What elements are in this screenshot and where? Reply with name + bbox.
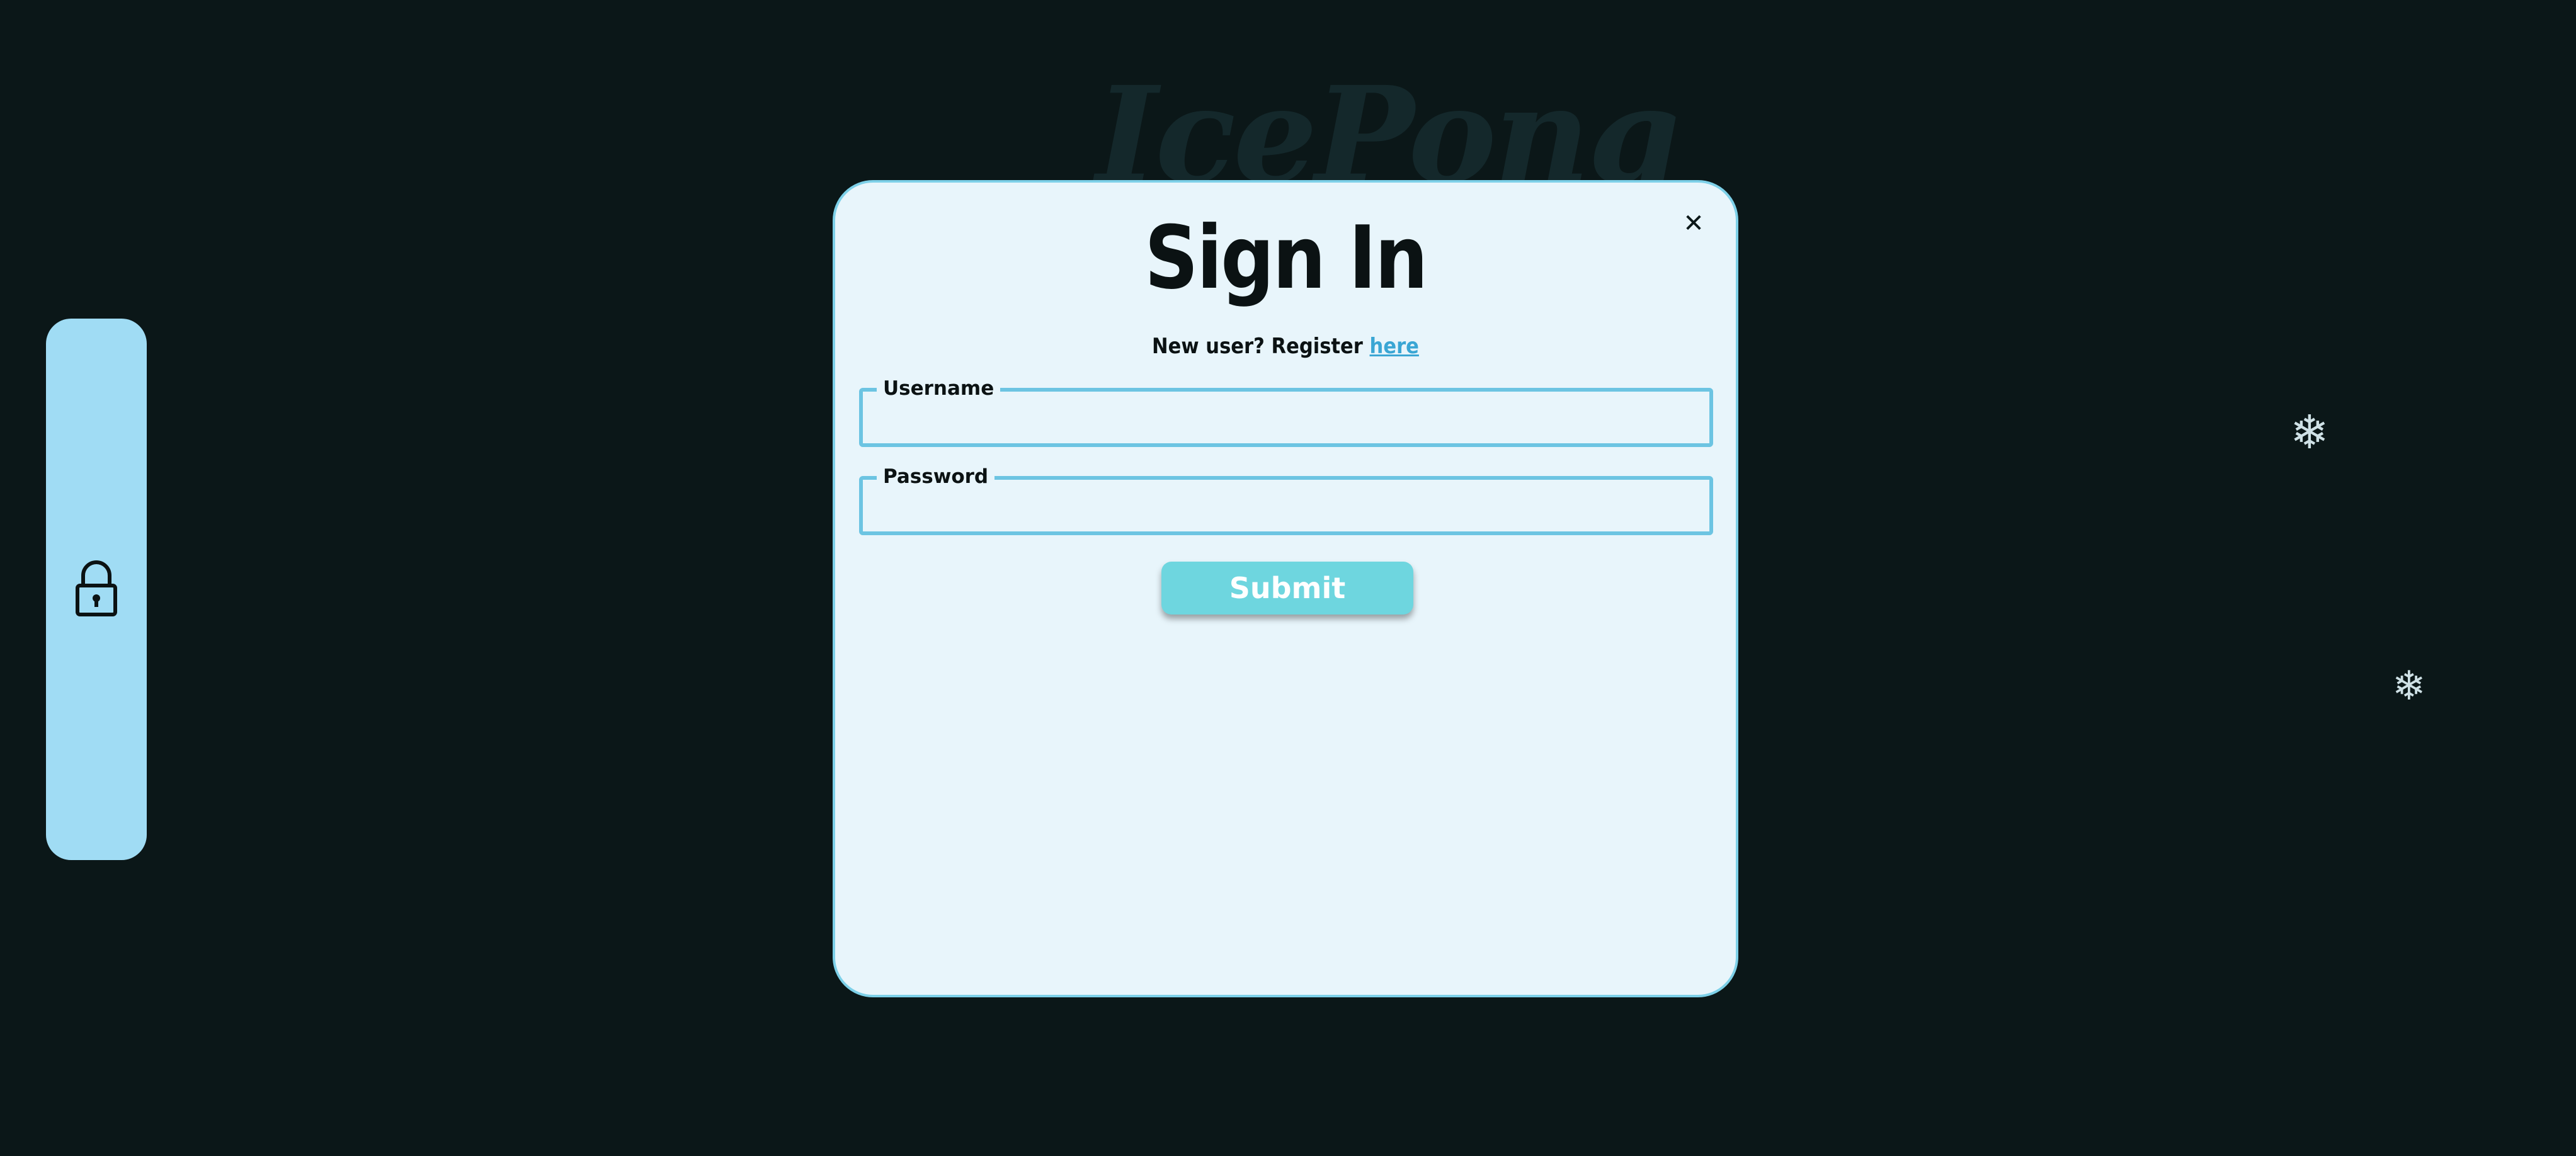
lock-icon[interactable] (74, 560, 118, 617)
snowflake-icon: ❄ (2290, 405, 2330, 460)
dialog-title: Sign In (1144, 207, 1428, 309)
password-input[interactable] (863, 480, 1709, 531)
username-input[interactable] (863, 392, 1709, 443)
sign-in-dialog: ✕ Sign In New user? Register here Userna… (833, 180, 1738, 997)
snowflake-icon: ❄ (2392, 663, 2426, 710)
close-button[interactable]: ✕ (1678, 208, 1709, 239)
username-field: Username (859, 374, 1713, 447)
submit-button[interactable]: Submit (1161, 562, 1413, 615)
register-link[interactable]: here (1370, 334, 1419, 359)
register-prompt-line: New user? Register here (835, 334, 1736, 359)
register-prompt: New user? Register (1152, 334, 1363, 359)
password-field: Password (859, 462, 1713, 535)
